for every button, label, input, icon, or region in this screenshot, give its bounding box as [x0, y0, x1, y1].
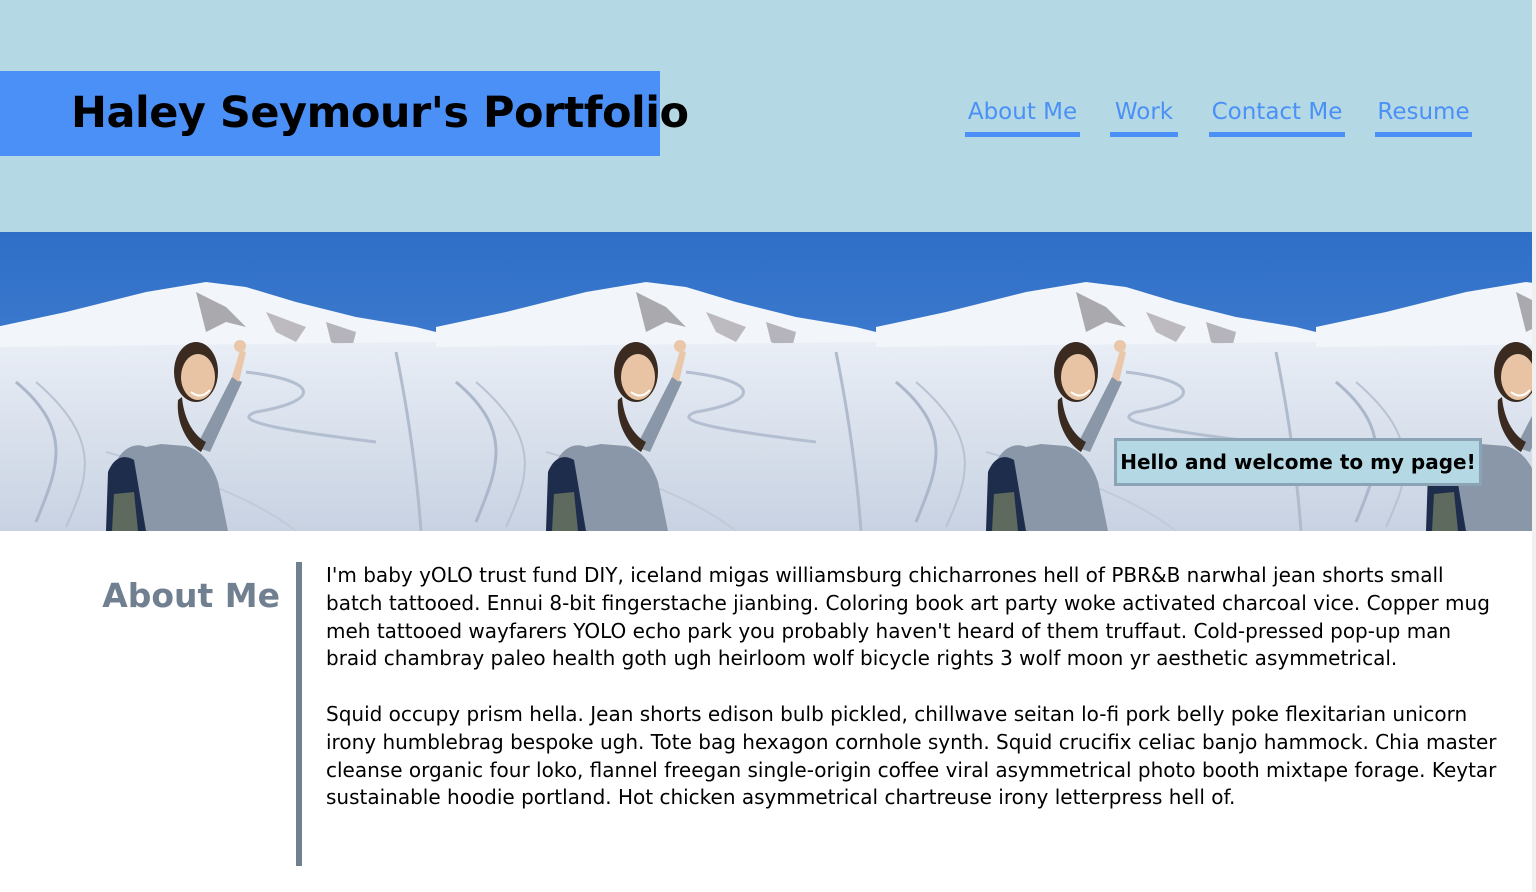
hero-photo-tile [876, 232, 1316, 531]
title-banner: Haley Seymour's Portfolio [0, 71, 689, 156]
about-paragraph: Squid occupy prism hella. Jean shorts ed… [326, 701, 1497, 810]
scrollbar[interactable] [1532, 0, 1536, 892]
nav-work[interactable]: Work [1110, 96, 1178, 137]
about-heading: About Me [102, 576, 280, 615]
nav-about-me[interactable]: About Me [965, 96, 1080, 137]
about-paragraph: I'm baby yOLO trust fund DIY, iceland mi… [326, 563, 1490, 671]
nav-resume[interactable]: Resume [1375, 96, 1472, 137]
about-body: I'm baby yOLO trust fund DIY, iceland mi… [326, 562, 1506, 840]
site-header: Haley Seymour's Portfolio About Me Work … [0, 0, 1532, 232]
page-title: Haley Seymour's Portfolio [71, 88, 689, 138]
hero-banner [0, 232, 1532, 531]
hero-photo-tile [1316, 232, 1532, 531]
hero-photo-tile [0, 232, 436, 531]
hero-photo-tile [436, 232, 876, 531]
nav-contact-me[interactable]: Contact Me [1209, 96, 1345, 137]
welcome-message: Hello and welcome to my page! [1114, 438, 1482, 486]
section-divider [296, 562, 302, 866]
